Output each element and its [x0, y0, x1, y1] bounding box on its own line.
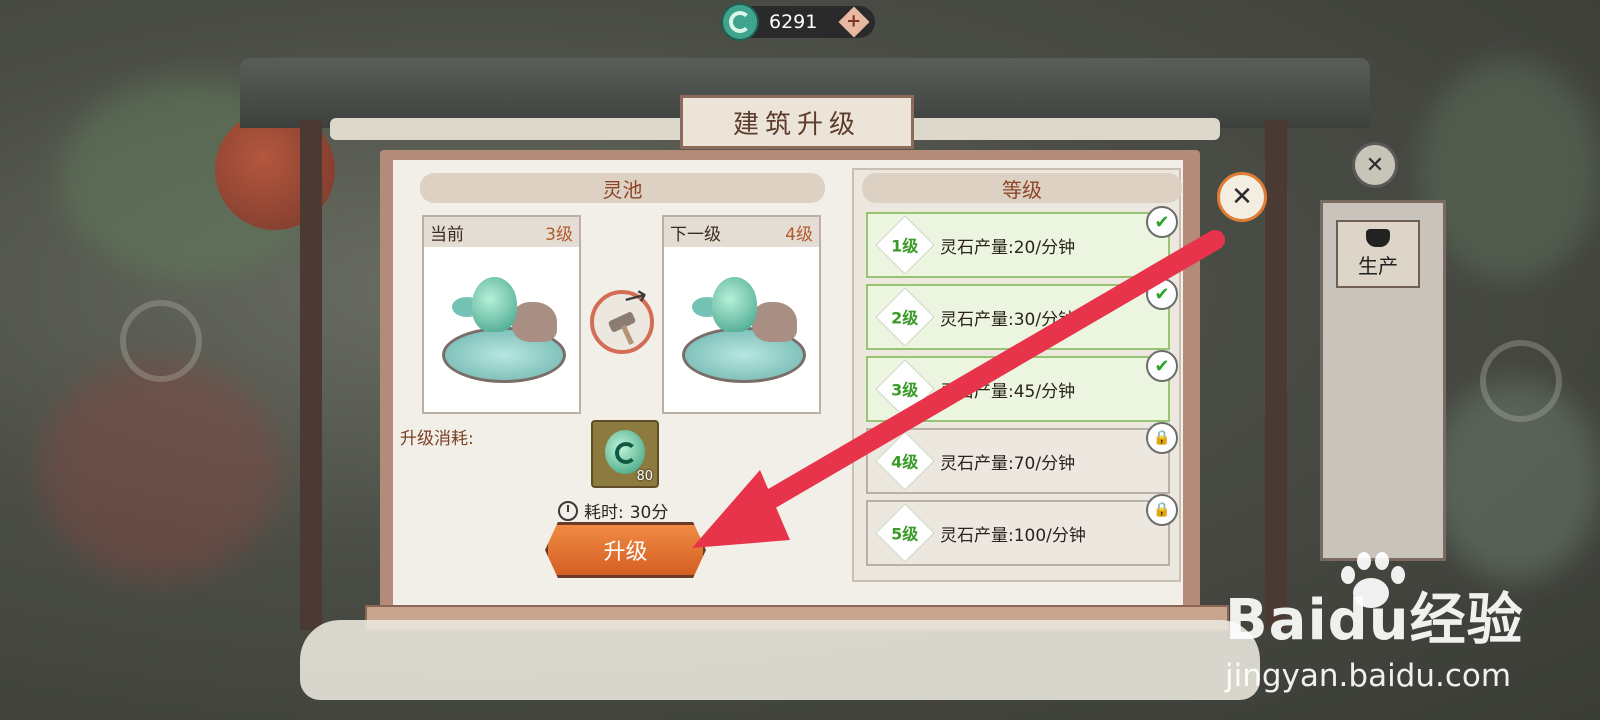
spirit-pool-image: [682, 272, 806, 387]
level-row: 2级 灵石产量:30/分钟 ✔: [866, 278, 1178, 350]
map-marker: [1480, 340, 1562, 422]
level-header: 等级: [862, 173, 1182, 203]
left-post: [300, 120, 322, 630]
current-level: 3级: [545, 224, 573, 245]
map-marker: [120, 300, 202, 382]
next-level-card: 下一级 4级: [662, 215, 821, 414]
cauldron-icon: [1366, 229, 1390, 247]
right-post: [1265, 120, 1287, 630]
current-label: 当前: [430, 224, 464, 245]
cost-item[interactable]: 80: [591, 420, 659, 488]
lock-icon: 🔒: [1146, 422, 1178, 454]
produce-button[interactable]: 生产: [1336, 220, 1420, 288]
current-level-card: 当前 3级: [422, 215, 581, 414]
page-title: 建筑升级: [680, 95, 914, 149]
level-badge: 1级: [891, 236, 919, 256]
jade-currency-icon: [721, 3, 759, 41]
upgrade-time: 耗时: 30分: [558, 498, 668, 523]
level-row: 3级 灵石产量:45/分钟 ✔: [866, 350, 1178, 422]
check-icon: ✔: [1146, 278, 1178, 310]
level-row: 5级 灵石产量:100/分钟 🔒: [866, 494, 1178, 566]
watermark-main: Baidu经验: [1225, 588, 1524, 653]
next-level: 4级: [785, 224, 813, 245]
cost-quantity: 80: [636, 469, 653, 484]
background-foliage: [40, 360, 280, 580]
time-label: 耗时:: [584, 503, 624, 523]
cloud-decoration: [300, 620, 1260, 700]
level-row: 1级 灵石产量:20/分钟 ✔: [866, 206, 1178, 278]
upgrade-button[interactable]: 升级: [545, 522, 706, 578]
jade-stone-icon: [605, 430, 645, 474]
level-badge: 5级: [891, 524, 919, 544]
currency-display: 6291 +: [721, 3, 875, 41]
plus-icon[interactable]: +: [838, 6, 870, 38]
close-icon: ✕: [1365, 152, 1385, 178]
watermark-sub: jingyan.baidu.com: [1225, 658, 1512, 694]
level-badge: 2级: [891, 308, 919, 328]
lock-icon: 🔒: [1146, 494, 1178, 526]
hammer-upgrade-icon: ↗: [590, 276, 654, 354]
next-label: 下一级: [670, 224, 721, 245]
check-icon: ✔: [1146, 350, 1178, 382]
watermark: Baidu经验 jingyan.baidu.com: [1225, 575, 1524, 694]
produce-label: 生产: [1358, 254, 1398, 278]
currency-amount: 6291: [769, 11, 818, 33]
level-output: 灵石产量:30/分钟: [940, 309, 1076, 330]
level-output: 灵石产量:100/分钟: [940, 525, 1086, 546]
level-badge: 4级: [891, 452, 919, 472]
level-output: 灵石产量:45/分钟: [940, 381, 1076, 402]
level-badge: 3级: [891, 380, 919, 400]
close-icon: ✕: [1231, 182, 1253, 212]
level-row: 4级 灵石产量:70/分钟 🔒: [866, 422, 1178, 494]
level-output: 灵石产量:70/分钟: [940, 453, 1076, 474]
check-icon: ✔: [1146, 206, 1178, 238]
cost-label: 升级消耗:: [400, 429, 474, 449]
building-name: 灵池: [420, 173, 825, 203]
side-close-button[interactable]: ✕: [1352, 142, 1398, 188]
clock-icon: [558, 500, 578, 521]
level-output: 灵石产量:20/分钟: [940, 237, 1076, 258]
spirit-pool-image: [442, 272, 566, 387]
close-button[interactable]: ✕: [1217, 172, 1267, 222]
time-value: 30分: [629, 503, 669, 523]
background-foliage: [1420, 60, 1600, 280]
